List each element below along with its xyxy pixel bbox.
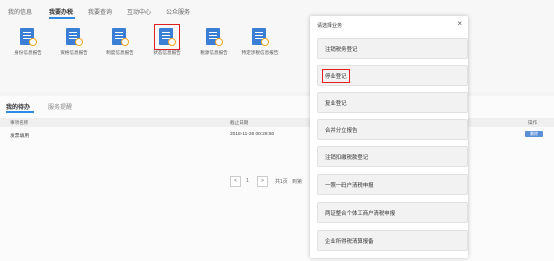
service-label: 制度信息报告 <box>106 50 134 55</box>
option-label: 一照一码户清税申报 <box>325 183 374 189</box>
col-item-name: 事项名称 <box>10 120 29 125</box>
tab-query[interactable]: 我要查询 <box>88 7 112 16</box>
next-page-button[interactable]: > <box>257 176 268 187</box>
active-tab-indicator <box>49 17 75 19</box>
col-deadline: 截止日期 <box>230 120 249 125</box>
row-item-name: 发票填用 <box>10 134 30 139</box>
service-specific-tax-report[interactable]: 特定涉税信息报告 <box>236 28 284 56</box>
business-select-modal: 请选择业务 × 注销税务登记 停业登记 复业登记 合并分立报告 注销扣缴税款登记… <box>310 16 468 258</box>
service-label: 状态信息报告 <box>153 50 181 55</box>
service-identity-report[interactable]: 身份信息报告 <box>4 28 52 56</box>
service-system-report[interactable]: 制度信息报告 <box>96 28 144 56</box>
modal-title: 请选择业务 <box>317 23 343 29</box>
tab-my-todo[interactable]: 我的待办 <box>6 102 30 111</box>
row-deadline: 2018-11-26 00:28:50 <box>230 132 275 137</box>
tab-my-info[interactable]: 我的信息 <box>8 7 32 16</box>
service-qualification-report[interactable]: 资格信息报告 <box>50 28 98 56</box>
option-label: 两证整合个体工商户清税申报 <box>325 211 396 217</box>
option-label: 合并分立报告 <box>325 128 358 134</box>
option-label: 企业所得税清算报备 <box>325 239 374 245</box>
option-label: 注销扣缴税款登记 <box>325 155 369 161</box>
delete-button[interactable]: 删除 <box>525 131 543 137</box>
option-two-cert-clearance[interactable]: 两证整合个体工商户清税申报 <box>317 202 468 223</box>
tab-interaction[interactable]: 互动中心 <box>127 7 151 16</box>
todo-panel: 我的待办 服务提醒 事项名称 截止日期 操作 发票填用 2018-11-26 0… <box>0 96 554 261</box>
doc-search-icon <box>251 28 269 46</box>
doc-search-icon <box>111 28 129 46</box>
table-row: 发票填用 2018-11-26 00:28:50 删除 <box>0 130 554 139</box>
option-suspend-business[interactable]: 停业登记 <box>317 65 468 86</box>
option-label: 停业登记 <box>322 69 350 83</box>
doc-search-icon <box>65 28 83 46</box>
service-status-report[interactable]: 状态信息报告 <box>143 24 191 56</box>
option-deregister-withholding[interactable]: 注销扣缴税款登记 <box>317 146 468 167</box>
option-label: 注销税务登记 <box>325 47 358 53</box>
service-tax-source-report[interactable]: 税源信息报告 <box>190 28 238 56</box>
option-resume-business[interactable]: 复业登记 <box>317 92 468 113</box>
service-label: 身份信息报告 <box>14 50 42 55</box>
service-label: 税源信息报告 <box>200 50 228 55</box>
service-label: 资格信息报告 <box>60 50 88 55</box>
doc-search-icon <box>154 24 180 50</box>
top-nav: 我的信息 我要办税 我要查询 互动中心 公众服务 <box>0 0 554 24</box>
option-income-tax-liquidation[interactable]: 企业所得税清算报备 <box>317 230 468 251</box>
total-pages: 共1页 <box>275 179 288 185</box>
option-merger-split-report[interactable]: 合并分立报告 <box>317 119 468 140</box>
service-icon-row: 身份信息报告 资格信息报告 制度信息报告 状态信息报告 税源信息报告 特定涉税信… <box>0 24 554 92</box>
doc-search-icon <box>19 28 37 46</box>
option-one-code-clearance[interactable]: 一照一码户清税申报 <box>317 174 468 195</box>
tab-public-service[interactable]: 公众服务 <box>166 7 190 16</box>
table-header: 事项名称 截止日期 操作 <box>0 118 554 127</box>
option-label: 复业登记 <box>325 101 347 107</box>
goto-label: 到第 <box>292 179 303 185</box>
panel-tab-indicator <box>6 111 34 113</box>
tab-service-reminder[interactable]: 服务提醒 <box>48 102 72 111</box>
col-action: 操作 <box>528 120 538 125</box>
close-icon[interactable]: × <box>457 19 462 28</box>
tab-tax-handling[interactable]: 我要办税 <box>49 7 73 16</box>
prev-page-button[interactable]: < <box>230 176 241 187</box>
option-deregister-tax[interactable]: 注销税务登记 <box>317 38 468 59</box>
service-label: 特定涉税信息报告 <box>241 50 279 55</box>
doc-search-icon <box>205 28 223 46</box>
current-page: 1 <box>246 178 249 184</box>
